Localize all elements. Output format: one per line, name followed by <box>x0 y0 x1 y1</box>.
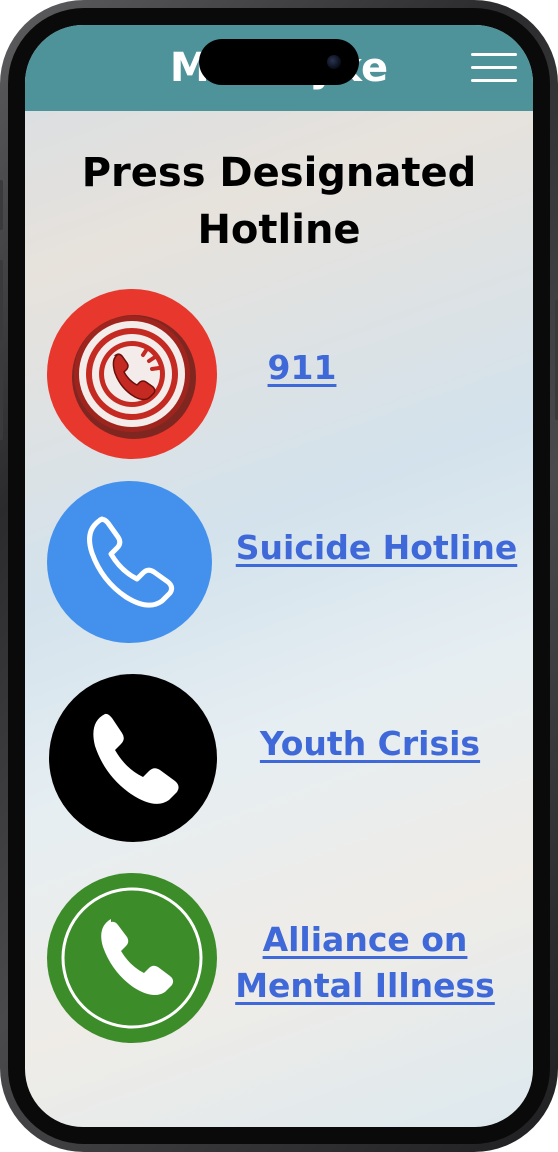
hamburger-menu-icon[interactable] <box>471 53 517 83</box>
hotline-link-alliance-on-mental-illness[interactable]: Alliance on Mental Illness <box>230 917 500 1009</box>
dynamic-island <box>199 39 359 85</box>
hotline-link-youth-crisis[interactable]: Youth Crisis <box>235 721 505 767</box>
hotline-link-911[interactable]: 911 <box>245 345 359 391</box>
front-camera <box>327 55 341 69</box>
page-title: Press Designated Hotline <box>81 150 477 253</box>
hotline-link-suicide-hotline[interactable]: Suicide Hotline <box>230 525 523 571</box>
phone-outline-icon[interactable] <box>47 481 212 643</box>
action-button <box>0 180 3 230</box>
screen: MindSyke Press Designated Hotline <box>25 25 533 1127</box>
phone-icon[interactable] <box>49 674 217 842</box>
volume-up-button <box>0 260 3 340</box>
phone-ring-icon[interactable] <box>47 873 217 1043</box>
volume-down-button <box>0 360 3 440</box>
emergency-phone-icon[interactable] <box>47 289 217 459</box>
